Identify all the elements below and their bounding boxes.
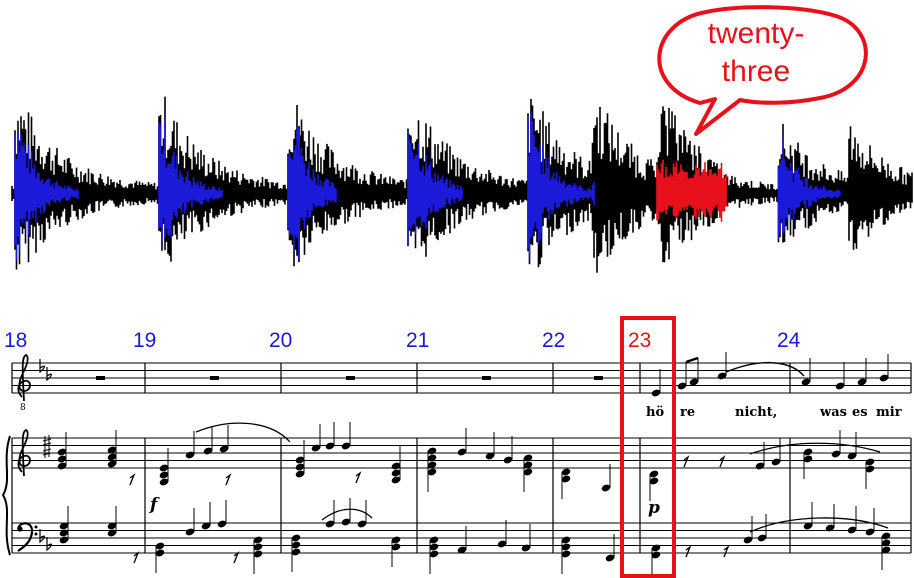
slur [749, 442, 881, 455]
note-head [219, 425, 229, 453]
octave-mark-icon: 8 [20, 403, 26, 413]
eighth-rest-icon [685, 545, 692, 558]
vocal-note [801, 358, 811, 386]
vocal-note [689, 358, 699, 386]
vocal-note [857, 358, 867, 386]
measure-number-19: 19 [133, 329, 157, 352]
measure-number-21: 21 [406, 329, 430, 352]
slur [195, 422, 291, 443]
rest-icon [210, 376, 219, 380]
note-head [457, 428, 467, 456]
note-head [325, 422, 335, 450]
measure-number-22: 22 [542, 329, 566, 352]
sharp-sign-icon [42, 435, 52, 448]
vocal-note [651, 369, 661, 397]
sharp-sign-icon [42, 445, 52, 458]
vocal-note [677, 362, 687, 390]
note-head [185, 508, 195, 536]
vocal-note [835, 362, 845, 390]
vocal-note [879, 354, 889, 382]
measure-number-24: 24 [777, 329, 801, 352]
grand-staff-brace [1, 435, 11, 556]
beam [685, 356, 699, 364]
lyric-syllable: mir [876, 405, 902, 420]
tie [725, 362, 805, 377]
bubble-text-line1: twenty- [707, 17, 805, 50]
rest-icon [482, 376, 491, 380]
note-head [803, 502, 813, 530]
eighth-rest-icon [133, 551, 140, 564]
lyric-syllable: nicht, [735, 405, 778, 420]
note-head [755, 442, 765, 470]
note-head [485, 432, 495, 460]
bubble-text-line2: three [721, 55, 791, 88]
eighth-rest-icon [225, 473, 232, 486]
slur [321, 508, 373, 521]
eighth-rest-icon [355, 471, 362, 484]
measure-number-18: 18 [4, 329, 28, 352]
note-head [203, 427, 213, 455]
dynamic-forte: f [150, 495, 158, 515]
note-head [341, 498, 351, 526]
sheet-music: 8 [1, 352, 912, 575]
eighth-rest-icon [683, 455, 690, 468]
rest-icon [96, 376, 105, 380]
note-head [497, 520, 507, 548]
eighth-rest-icon [129, 473, 136, 486]
score-alignment-figure: 8 twenty- three 18 19 20 21 22 23 24 hö … [0, 0, 914, 578]
dynamic-piano: p [648, 498, 660, 518]
measure-number-23: 23 [628, 329, 652, 352]
lyric-syllable: re [680, 405, 696, 420]
eighth-rest-icon [233, 551, 240, 564]
note-head [771, 438, 781, 466]
note-head [357, 500, 367, 528]
flat-sign-icon [46, 537, 53, 552]
note-head [201, 502, 211, 530]
vocal-note [717, 352, 727, 380]
measure-highlight-box [620, 316, 676, 578]
lyric-syllable: was [820, 405, 847, 420]
waveform-amplitude [11, 96, 913, 273]
measure-number-20: 20 [269, 329, 293, 352]
lyric-syllable: es [852, 405, 868, 420]
note-head [217, 500, 227, 528]
eighth-rest-icon [723, 545, 730, 558]
lyric-syllable: hö [646, 405, 665, 420]
note-head [341, 422, 351, 450]
rest-icon [594, 376, 603, 380]
note-head [503, 436, 513, 464]
audio-waveform [11, 96, 913, 273]
bass-clef-icon [16, 522, 38, 552]
eighth-rest-icon [719, 455, 726, 468]
rest-icon [346, 376, 355, 380]
